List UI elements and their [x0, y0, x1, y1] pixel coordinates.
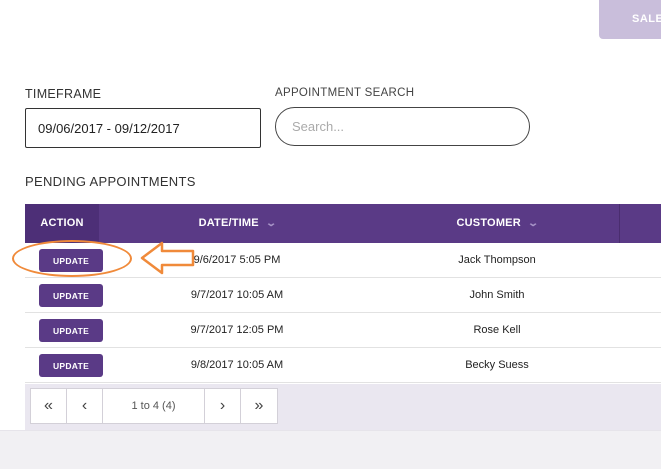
last-page-button[interactable]: »	[241, 389, 277, 423]
column-header-customer[interactable]: CUSTOMER ⌄	[375, 204, 619, 243]
column-header-extra	[619, 204, 661, 243]
row-customer: John Smith	[469, 289, 525, 301]
timeframe-date-range-input[interactable]: 09/06/2017 - 09/12/2017	[25, 108, 261, 148]
table-row: UPDATE 9/8/2017 10:05 AM Becky Suess	[25, 348, 661, 383]
update-button[interactable]: UPDATE	[39, 284, 103, 307]
row-customer: Jack Thompson	[458, 254, 536, 266]
table-row: UPDATE 9/7/2017 10:05 AM John Smith	[25, 278, 661, 313]
pending-appointments-table: ACTION DATE/TIME ⌄ CUSTOMER ⌄ UPDATE 9/6/2…	[25, 204, 661, 383]
chevron-down-icon[interactable]: ⌄	[265, 218, 277, 229]
table-row: UPDATE 9/6/2017 5:05 PM Jack Thompson	[25, 243, 661, 278]
table-header: ACTION DATE/TIME ⌄ CUSTOMER ⌄	[25, 204, 661, 243]
table-row: UPDATE 9/7/2017 12:05 PM Rose Kell	[25, 313, 661, 348]
row-datetime: 9/8/2017 10:05 AM	[190, 359, 284, 371]
column-header-action: ACTION	[25, 204, 99, 243]
row-datetime: 9/7/2017 12:05 PM	[190, 324, 284, 336]
row-datetime: 9/7/2017 10:05 AM	[190, 289, 284, 301]
appointment-search-label: APPOINTMENT SEARCH	[275, 87, 415, 99]
row-customer: Rose Kell	[473, 324, 521, 336]
appointment-search-input[interactable]	[275, 107, 530, 146]
row-customer: Becky Suess	[465, 359, 529, 371]
pagination-bar: « ‹ 1 to 4 (4) › »	[25, 384, 661, 430]
row-datetime: 9/6/2017 5:05 PM	[193, 254, 281, 266]
first-page-button[interactable]: «	[31, 389, 67, 423]
chevron-down-icon[interactable]: ⌄	[527, 218, 539, 229]
next-page-button[interactable]: ›	[205, 389, 241, 423]
pending-appointments-title: PENDING APPOINTMENTS	[25, 174, 196, 189]
timeframe-label: TIMEFRAME	[25, 87, 102, 101]
sales-button[interactable]: SALES	[599, 0, 661, 39]
column-header-datetime[interactable]: DATE/TIME ⌄	[99, 204, 375, 243]
prev-page-button[interactable]: ‹	[67, 389, 103, 423]
update-button[interactable]: UPDATE	[39, 354, 103, 377]
page: SALES TIMEFRAME 09/06/2017 - 09/12/2017 …	[0, 0, 661, 469]
footer	[0, 430, 661, 469]
pagination: « ‹ 1 to 4 (4) › »	[30, 388, 278, 424]
update-button[interactable]: UPDATE	[39, 249, 103, 272]
page-info: 1 to 4 (4)	[103, 389, 205, 423]
update-button[interactable]: UPDATE	[39, 319, 103, 342]
